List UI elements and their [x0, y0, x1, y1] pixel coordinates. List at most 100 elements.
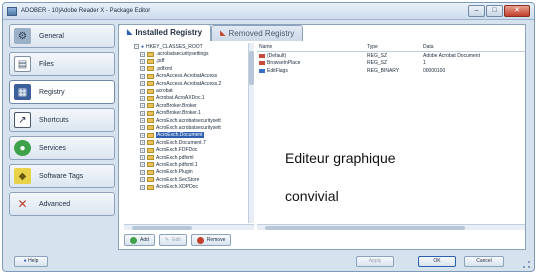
expand-icon[interactable]: +: [140, 118, 145, 124]
close-button[interactable]: ✕: [504, 5, 530, 17]
tree-item-label: AcroExch.SecStore: [156, 176, 200, 183]
tree-item[interactable]: + Acrobat.AcroAXDoc.1: [124, 95, 253, 102]
tree-item[interactable]: + AcroExch.Document: [124, 132, 253, 139]
sidebar-item-label: General: [39, 32, 64, 40]
expand-icon[interactable]: +: [140, 73, 145, 79]
tree-item[interactable]: + acrobat: [124, 87, 253, 94]
tree-item-label: AcroAccess.AcrobatAccess: [156, 73, 218, 80]
tree-item-label: AcroBroker.Broker: [156, 102, 197, 109]
expand-icon[interactable]: +: [140, 81, 145, 87]
column-header-type[interactable]: Type: [367, 44, 423, 50]
tree-scroll-thumb[interactable]: [249, 51, 254, 85]
folder-icon: [147, 103, 154, 109]
folder-icon: [147, 66, 154, 72]
expand-icon[interactable]: +: [140, 155, 145, 161]
expand-icon[interactable]: +: [140, 66, 145, 72]
column-header-name[interactable]: Name: [257, 44, 367, 50]
add-button[interactable]: Add: [124, 234, 155, 246]
folder-icon: [147, 147, 154, 153]
files-icon: ▤: [14, 56, 31, 72]
expand-icon[interactable]: +: [140, 125, 145, 131]
expand-icon[interactable]: +: [140, 110, 145, 116]
tree-item[interactable]: + AcroExch.FDFDoc: [124, 146, 253, 153]
value-data: Adobe Acrobat Document: [423, 52, 480, 59]
ok-button[interactable]: OK: [418, 256, 456, 267]
expand-icon[interactable]: +: [140, 95, 145, 101]
action-bar: Add ✎ Edit Remove: [124, 234, 232, 246]
expand-icon[interactable]: +: [140, 147, 145, 153]
tree-item[interactable]: + AcroExch.XDPDoc: [124, 183, 253, 190]
expand-icon[interactable]: +: [140, 184, 145, 190]
add-icon: [130, 236, 137, 244]
tree-item[interactable]: + .acrobatsecuritysettings: [124, 50, 253, 57]
folder-icon: [147, 81, 154, 87]
expand-icon[interactable]: +: [140, 58, 145, 64]
tab-removed-registry[interactable]: ◣ Removed Registry: [211, 25, 304, 41]
sidebar-item-general[interactable]: ⚙ General: [9, 24, 115, 48]
list-hscroll-thumb[interactable]: [265, 226, 465, 230]
folder-icon: [147, 125, 154, 131]
expand-icon[interactable]: +: [140, 140, 145, 146]
window-controls: – □ ✕: [468, 5, 530, 17]
table-row[interactable]: BrowseInPlace REG_SZ 1: [257, 60, 525, 68]
expand-icon[interactable]: +: [140, 162, 145, 168]
tree-item[interactable]: + AcroExch.pdfxml.1: [124, 161, 253, 168]
tree-item[interactable]: + .pdf: [124, 58, 253, 65]
tree-item[interactable]: + AcroExch.Document.7: [124, 139, 253, 146]
expand-icon[interactable]: +: [140, 103, 145, 109]
tree-item[interactable]: + AcroExch.acrobatsecuritysett: [124, 117, 253, 124]
minimize-button[interactable]: –: [468, 5, 485, 17]
sidebar-item-software-tags[interactable]: ◆ Software Tags: [9, 164, 115, 188]
resize-grip[interactable]: [523, 261, 530, 268]
expand-icon[interactable]: +: [140, 51, 145, 57]
sidebar-item-registry[interactable]: ▦ Registry: [9, 80, 115, 104]
folder-icon: [147, 162, 154, 168]
list-horizontal-scrollbar[interactable]: [257, 224, 525, 230]
table-row[interactable]: EditFlags REG_BINARY 00000100: [257, 67, 525, 75]
remove-button[interactable]: Remove: [190, 234, 232, 246]
app-icon: [7, 6, 17, 16]
tree-item[interactable]: + AcroBroker.Broker: [124, 102, 253, 109]
sidebar-item-shortcuts[interactable]: ↗ Shortcuts: [9, 108, 115, 132]
sidebar: ⚙ General ▤ Files ▦ Registry ↗ Shortcuts…: [9, 24, 117, 252]
tree-horizontal-scrollbar[interactable]: [124, 224, 254, 230]
expand-icon[interactable]: +: [140, 169, 145, 175]
registry-tree[interactable]: − ● HKEY_CLASSES_ROOT + .acrobatsecuritysett…: [124, 43, 254, 223]
tree-root[interactable]: − ● HKEY_CLASSES_ROOT: [124, 43, 253, 50]
tree-item[interactable]: + AcroAccess.AcrobatAccess: [124, 73, 253, 80]
tree-item[interactable]: + AcroExch.Plugin: [124, 169, 253, 176]
sidebar-item-advanced[interactable]: ✕ Advanced: [9, 192, 115, 216]
sidebar-item-files[interactable]: ▤ Files: [9, 52, 115, 76]
collapse-icon[interactable]: −: [134, 44, 139, 50]
tree-item-label: AcroAccess.AcrobatAccess.2: [156, 80, 222, 87]
expand-icon[interactable]: +: [140, 88, 145, 94]
edit-button[interactable]: ✎ Edit: [158, 234, 187, 246]
expand-icon[interactable]: +: [140, 132, 145, 138]
tree-item[interactable]: + .pdfxml: [124, 65, 253, 72]
tree-hscroll-thumb[interactable]: [132, 226, 192, 230]
tree-item[interactable]: + AcroBroker.Broker.1: [124, 110, 253, 117]
table-row[interactable]: (Default) REG_SZ Adobe Acrobat Document: [257, 52, 525, 60]
tree-item[interactable]: + AcroExch.acrobatsecuritysett: [124, 124, 253, 131]
sidebar-item-label: Software Tags: [39, 172, 84, 180]
folder-icon: [147, 155, 154, 161]
string-value-icon: [259, 61, 265, 66]
sidebar-item-services[interactable]: ● Services: [9, 136, 115, 160]
tag-icon: ◆: [14, 168, 31, 184]
sidebar-item-label: Services: [39, 144, 66, 152]
apply-button[interactable]: Apply: [356, 256, 394, 267]
value-type: REG_SZ: [367, 60, 388, 67]
binary-value-icon: [259, 68, 265, 73]
value-data: 00000100: [423, 67, 446, 74]
tree-item[interactable]: + AcroExch.SecStore: [124, 176, 253, 183]
cancel-button[interactable]: Cancel: [464, 256, 504, 267]
tree-item[interactable]: + AcroAccess.AcrobatAccess.2: [124, 80, 253, 87]
column-header-data[interactable]: Data: [423, 44, 523, 50]
help-button[interactable]: ● Help: [14, 256, 48, 267]
tab-installed-registry[interactable]: ◣ Installed Registry: [118, 24, 212, 41]
tree-item-label: AcroExch.pdfxml.1: [156, 161, 198, 168]
tree-item[interactable]: + AcroExch.pdfxml: [124, 154, 253, 161]
tree-scrollbar[interactable]: [248, 43, 254, 223]
maximize-button[interactable]: □: [486, 5, 503, 17]
expand-icon[interactable]: +: [140, 177, 145, 183]
